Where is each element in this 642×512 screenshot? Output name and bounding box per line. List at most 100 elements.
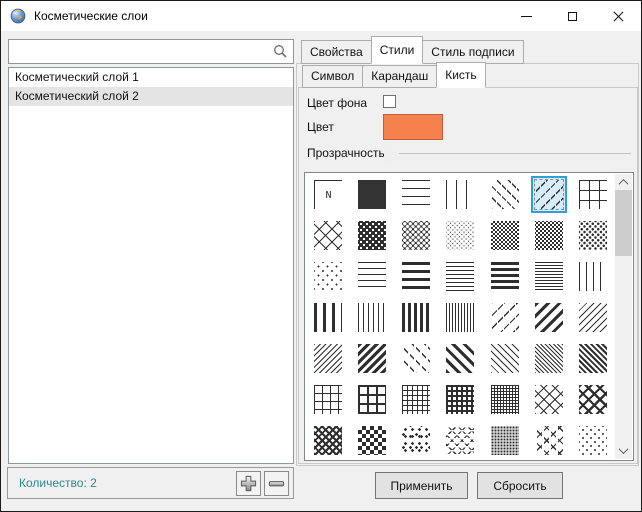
apply-button[interactable]: Применить	[375, 472, 468, 499]
brush-pattern-cell[interactable]	[396, 379, 436, 420]
brush-pattern-cell[interactable]	[440, 338, 480, 379]
brush-pattern-cell[interactable]	[308, 215, 348, 256]
brush-pattern-cell[interactable]	[440, 420, 480, 461]
chevron-down-icon	[619, 444, 629, 454]
brush-pattern-cell[interactable]	[529, 379, 569, 420]
reset-button[interactable]: Сбросить	[477, 472, 563, 499]
brush-pattern-cell[interactable]	[308, 297, 348, 338]
brush-pattern-cell[interactable]	[352, 256, 392, 297]
pattern-swatch-solid	[358, 180, 386, 209]
scroll-up-button[interactable]	[615, 174, 632, 191]
layer-count-label: Количество: 2	[19, 476, 97, 490]
brush-pattern-cell[interactable]	[529, 297, 569, 338]
brush-pattern-cell[interactable]	[529, 174, 569, 215]
brush-pattern-cell[interactable]	[396, 215, 436, 256]
brush-pattern-cell[interactable]	[440, 215, 480, 256]
brush-pattern-cell[interactable]	[485, 379, 525, 420]
pattern-swatch-pct90	[358, 221, 386, 250]
style-tab-3[interactable]: Кисть	[436, 62, 485, 88]
brush-pattern-cell[interactable]	[352, 338, 392, 379]
brush-pattern-cell[interactable]	[352, 379, 392, 420]
maximize-button[interactable]	[549, 1, 595, 31]
globe-icon	[10, 8, 26, 24]
close-button[interactable]	[595, 1, 641, 31]
brush-pattern-cell[interactable]	[573, 297, 613, 338]
style-tab-2[interactable]: Карандаш	[363, 65, 437, 88]
pattern-swatch-fdiag-light	[491, 303, 519, 332]
remove-layer-button[interactable]	[264, 471, 289, 496]
pattern-swatch-dcross-outline	[314, 221, 342, 250]
style-tab-1[interactable]: Символ	[302, 65, 363, 88]
brush-pattern-cell[interactable]	[573, 338, 613, 379]
tab-2[interactable]: Стили	[371, 36, 424, 64]
pattern-swatch-pct60	[446, 221, 474, 250]
brush-pattern-cell[interactable]	[396, 297, 436, 338]
title-bar: Косметические слои	[1, 1, 641, 31]
brush-pattern-cell[interactable]	[529, 256, 569, 297]
brush-pattern-cell[interactable]	[573, 256, 613, 297]
brush-pattern-cell[interactable]	[396, 174, 436, 215]
brush-pattern-cell[interactable]	[485, 256, 525, 297]
brush-pattern-cell[interactable]	[308, 379, 348, 420]
brush-pattern-cell[interactable]	[308, 420, 348, 461]
brush-pattern-cell[interactable]	[440, 256, 480, 297]
pattern-swatch-dots-sparse	[579, 426, 607, 455]
opacity-slider-track[interactable]	[399, 153, 631, 154]
pattern-swatch-checker	[358, 426, 386, 455]
list-item[interactable]: Косметический слой 1	[9, 68, 293, 87]
brush-pattern-cell[interactable]	[573, 174, 613, 215]
pattern-swatch-bdiag-dash	[491, 180, 519, 209]
search-input[interactable]	[9, 40, 273, 63]
brush-pattern-cell[interactable]	[308, 256, 348, 297]
pattern-swatch-pct30	[535, 221, 563, 250]
brush-pattern-cell[interactable]	[352, 174, 392, 215]
pattern-swatch-bdiag-narrow	[491, 344, 519, 373]
brush-pattern-cell[interactable]	[485, 174, 525, 215]
tab-3[interactable]: Стиль подписи	[423, 40, 523, 64]
brush-pattern-cell[interactable]	[485, 420, 525, 461]
pattern-grid: N	[306, 174, 615, 459]
pattern-swatch-grid-bigthick	[358, 385, 386, 414]
brush-pattern-cell[interactable]	[485, 338, 525, 379]
brush-pattern-cell[interactable]	[440, 379, 480, 420]
pattern-swatch-h-sparse	[402, 180, 430, 209]
brush-pattern-cell[interactable]	[440, 174, 480, 215]
pattern-swatch-v-fine	[446, 303, 474, 332]
brush-pattern-cell[interactable]	[573, 420, 613, 461]
add-layer-button[interactable]	[236, 471, 261, 496]
scroll-down-button[interactable]	[615, 442, 632, 459]
opacity-slider-thumb[interactable]	[384, 145, 395, 162]
brush-pattern-cell[interactable]	[485, 297, 525, 338]
brush-pattern-cell[interactable]	[396, 420, 436, 461]
chevron-up-icon	[619, 179, 629, 189]
scrollbar-thumb[interactable]	[615, 190, 632, 256]
pattern-swatch-grid-med	[402, 385, 430, 414]
minimize-button[interactable]	[503, 1, 549, 31]
brush-pattern-palette: N	[304, 172, 634, 461]
main-tab-strip: СвойстваСтилиСтиль подписи	[301, 41, 524, 64]
bg-color-checkbox[interactable]	[383, 95, 396, 108]
brush-tab-page: Цвет фона Цвет Прозрачность N	[298, 87, 638, 464]
brush-pattern-cell[interactable]	[352, 215, 392, 256]
pattern-scrollbar[interactable]	[615, 174, 632, 459]
brush-pattern-cell[interactable]	[352, 420, 392, 461]
layer-list: Косметический слой 1Косметический слой 2	[8, 67, 294, 464]
brush-pattern-cell[interactable]	[529, 420, 569, 461]
brush-pattern-cell[interactable]	[485, 215, 525, 256]
brush-pattern-cell[interactable]	[396, 256, 436, 297]
brush-pattern-cell[interactable]	[440, 297, 480, 338]
brush-pattern-cell[interactable]	[308, 338, 348, 379]
pattern-swatch-dots-lattice	[446, 426, 474, 455]
bg-color-label: Цвет фона	[307, 96, 367, 110]
brush-pattern-cell[interactable]	[573, 215, 613, 256]
brush-pattern-cell[interactable]	[573, 379, 613, 420]
tab-1[interactable]: Свойства	[301, 40, 372, 64]
brush-pattern-cell[interactable]	[396, 338, 436, 379]
color-swatch[interactable]	[383, 114, 443, 140]
brush-pattern-cell[interactable]	[529, 215, 569, 256]
brush-pattern-cell[interactable]	[352, 297, 392, 338]
brush-pattern-cell[interactable]: N	[308, 174, 348, 215]
list-item[interactable]: Косметический слой 2	[9, 87, 293, 106]
brush-pattern-cell[interactable]	[529, 338, 569, 379]
pattern-swatch-v-light	[579, 262, 607, 291]
